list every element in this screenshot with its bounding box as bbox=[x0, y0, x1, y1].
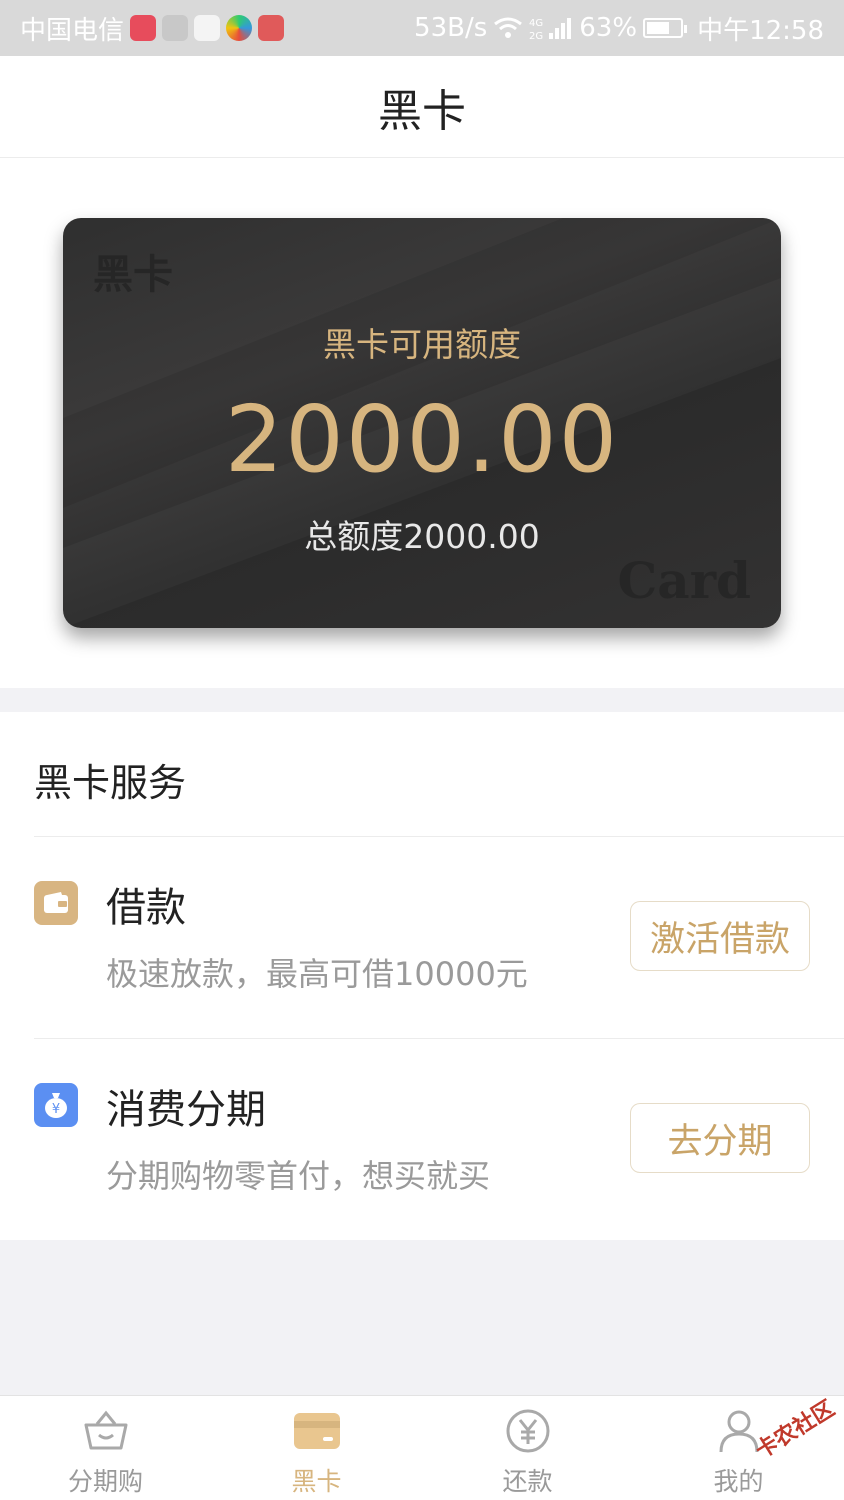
svg-text:4G: 4G bbox=[529, 18, 543, 29]
app-notification-icon bbox=[258, 15, 285, 41]
page-title: 黑卡 bbox=[378, 85, 466, 137]
app-notification-icon bbox=[226, 15, 253, 41]
nav-item-repayment[interactable]: 还款 bbox=[422, 1396, 633, 1500]
wallet-icon bbox=[34, 881, 78, 925]
activity-notification-icon bbox=[162, 15, 189, 41]
available-credit-label: 黑卡可用额度 bbox=[323, 325, 521, 364]
battery-percent: 63% bbox=[579, 13, 638, 43]
black-card: 黑卡 Card 黑卡可用额度 2000.00 总额度2000.00 bbox=[63, 218, 781, 628]
service-row-installment[interactable]: ¥ 消费分期 分期购物零首付，想买就买 去分期 bbox=[0, 1039, 844, 1239]
activate-loan-button[interactable]: 激活借款 bbox=[630, 901, 810, 971]
total-credit-label: 总额度2000.00 bbox=[304, 517, 540, 556]
service-title: 借款 bbox=[106, 885, 186, 931]
svg-text:2G: 2G bbox=[529, 31, 543, 41]
page-header: 黑卡 bbox=[0, 56, 844, 158]
basket-icon bbox=[81, 1408, 131, 1454]
bottom-nav: 分期购 黑卡 还款 我的 bbox=[0, 1395, 844, 1500]
yuan-coin-icon bbox=[503, 1408, 553, 1454]
available-credit-amount: 2000.00 bbox=[224, 386, 620, 493]
installment-button[interactable]: 去分期 bbox=[630, 1103, 810, 1173]
nav-item-installment-shop[interactable]: 分期购 bbox=[0, 1396, 211, 1500]
status-bar: 中国电信 53B/s 4G 2G 63% 中午12:58 bbox=[0, 0, 844, 56]
service-description: 分期购物零首付，想买就买 bbox=[106, 1157, 491, 1195]
nav-label: 还款 bbox=[502, 1467, 553, 1496]
svg-text:¥: ¥ bbox=[52, 1102, 60, 1117]
service-title: 消费分期 bbox=[106, 1087, 266, 1133]
card-icon bbox=[292, 1408, 342, 1454]
money-bag-icon: ¥ bbox=[34, 1083, 78, 1127]
services-title: 黑卡服务 bbox=[34, 761, 187, 805]
signal-icon: 4G 2G bbox=[529, 18, 572, 41]
card-watermark-logo: 黑卡 bbox=[93, 251, 173, 298]
nav-item-black-card[interactable]: 黑卡 bbox=[211, 1396, 422, 1500]
service-row-loan[interactable]: 借款 极速放款，最高可借10000元 激活借款 bbox=[0, 837, 844, 1037]
nav-label: 我的 bbox=[713, 1467, 764, 1496]
app-notification-icon bbox=[130, 15, 157, 41]
network-speed: 53B/s bbox=[414, 13, 488, 43]
service-description: 极速放款，最高可借10000元 bbox=[106, 955, 528, 993]
clock: 中午12:58 bbox=[697, 15, 824, 46]
wifi-icon bbox=[494, 17, 523, 38]
card-watermark-text: Card bbox=[617, 551, 752, 610]
nav-label: 分期购 bbox=[67, 1467, 143, 1496]
card-services: 黑卡服务 借款 极速放款，最高可借10000元 激活借款 ¥ 消费分期 分期购物… bbox=[0, 712, 844, 1240]
carrier-label: 中国电信 bbox=[20, 15, 125, 46]
nav-label: 黑卡 bbox=[291, 1467, 342, 1496]
app-notification-icon bbox=[194, 15, 221, 41]
card-section: 黑卡 Card 黑卡可用额度 2000.00 总额度2000.00 bbox=[0, 158, 844, 688]
battery-icon bbox=[643, 18, 688, 38]
